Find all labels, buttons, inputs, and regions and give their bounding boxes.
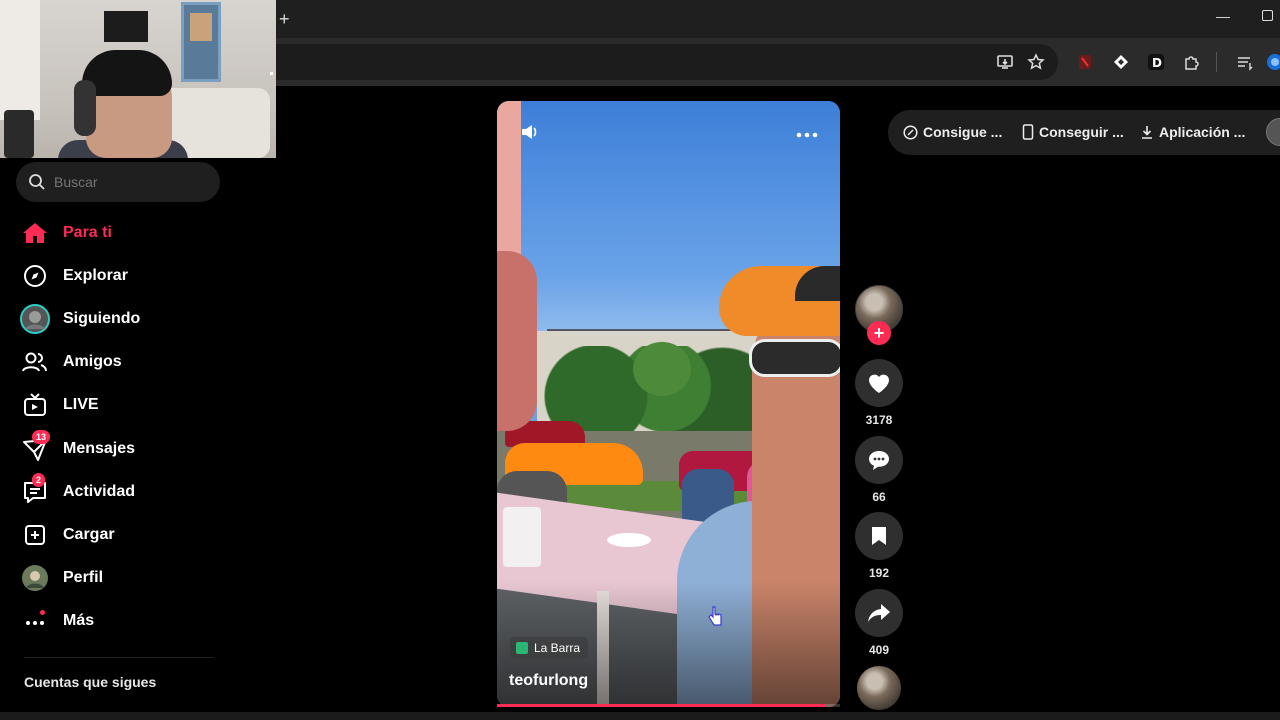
following-avatar-icon [20,304,50,334]
heart-icon [869,374,889,393]
video-progress-fill [497,704,827,707]
comment-button[interactable] [855,436,903,484]
install-app-icon[interactable] [996,53,1014,71]
webcam-overlay [0,0,276,158]
volume-icon[interactable] [520,123,540,141]
new-tab-button[interactable]: + [279,9,290,30]
svg-text:D: D [1152,56,1162,70]
friends-icon [20,347,50,377]
sidebar-item-label: Mensajes [63,440,136,457]
get-app-button[interactable]: Conseguir ... [1022,124,1124,140]
search-bar[interactable] [16,162,220,202]
hand-cursor-icon [708,606,722,626]
sidebar-item-label: Cargar [63,526,115,543]
video-player[interactable] [497,101,840,707]
like-count: 3178 [865,413,893,427]
sidebar-item-label: Más [63,612,95,629]
messages-icon: 13 [20,430,51,464]
sidebar-item-para-ti[interactable]: Para ti [20,215,220,251]
desktop-app-button[interactable]: Aplicación ... [1140,124,1245,140]
sidebar-divider [24,657,214,658]
os-taskbar [0,712,1280,720]
extension-d-icon[interactable]: D [1147,53,1165,71]
messages-badge: 13 [32,430,51,444]
phone-icon [1022,124,1034,140]
star-icon[interactable] [1027,53,1045,71]
sidebar-item-label: Amigos [63,353,122,370]
profile-icon[interactable] [1266,53,1280,71]
like-button[interactable] [855,359,903,407]
profile-avatar-icon [20,563,50,593]
comment-count: 66 [872,490,886,504]
share-button[interactable] [855,589,903,637]
sidebar-item-siguiendo[interactable]: Siguiendo [20,301,220,337]
sidebar-item-label: Explorar [63,267,128,284]
top-pill-label: Conseguir ... [1039,124,1124,140]
sidebar-item-label: Para ti [63,224,112,241]
sidebar-item-live[interactable]: LIVE [20,387,220,423]
video-progress-bar[interactable] [497,704,840,707]
toolbar-separator [1216,52,1217,72]
sidebar-item-actividad[interactable]: 2 Actividad [20,473,220,510]
sidebar-item-label: Perfil [63,569,104,586]
search-input[interactable] [54,174,204,190]
comment-icon [869,451,889,470]
sidebar-item-explorar[interactable]: Explorar [20,258,220,294]
follow-button[interactable]: + [867,321,891,345]
sidebar-item-label: Siguiendo [63,310,141,327]
compass-icon [20,261,50,291]
coin-icon [903,124,918,140]
save-count: 192 [868,566,890,580]
home-icon [20,218,50,248]
video-username[interactable]: teofurlong [509,672,588,690]
activity-icon: 2 [20,473,50,507]
upload-icon [20,520,50,550]
more-dots-icon [20,606,50,636]
get-coins-button[interactable]: Consigue ... [903,124,1002,140]
sound-disc-avatar[interactable] [857,666,901,710]
following-accounts-title: Cuentas que sigues [24,674,157,690]
minimize-button[interactable]: — [1216,8,1230,24]
reading-list-icon[interactable] [1236,53,1254,71]
top-pill-label: Consigue ... [923,124,1003,140]
location-tag[interactable]: La Barra [510,637,589,659]
sidebar-item-cargar[interactable]: Cargar [20,517,220,553]
puzzle-icon[interactable] [1183,53,1201,71]
location-label: La Barra [534,641,581,655]
maximize-button[interactable] [1262,10,1273,21]
location-pin-icon [516,642,528,654]
share-arrow-icon [868,604,890,622]
sidebar-item-mensajes[interactable]: 13 Mensajes [20,430,220,467]
sidebar-item-mas[interactable]: Más [20,603,220,639]
sidebar-item-perfil[interactable]: Perfil [20,560,220,596]
share-count: 409 [868,643,890,657]
address-bar[interactable] [240,44,1058,80]
live-tv-icon [20,390,50,420]
more-options-icon[interactable] [796,122,818,143]
bookmark-icon [872,527,886,545]
save-button[interactable] [855,512,903,560]
top-pill-label: Aplicación ... [1159,124,1246,140]
sidebar-item-label: Actividad [63,483,136,500]
extension-diamond-icon[interactable] [1112,53,1130,71]
more-notification-dot [40,610,45,615]
extension-red-icon[interactable] [1076,53,1094,71]
sidebar-item-amigos[interactable]: Amigos [20,344,220,380]
activity-badge: 2 [32,473,46,487]
sidebar-item-label: LIVE [63,396,99,413]
search-icon [29,174,45,190]
download-icon [1142,126,1152,139]
